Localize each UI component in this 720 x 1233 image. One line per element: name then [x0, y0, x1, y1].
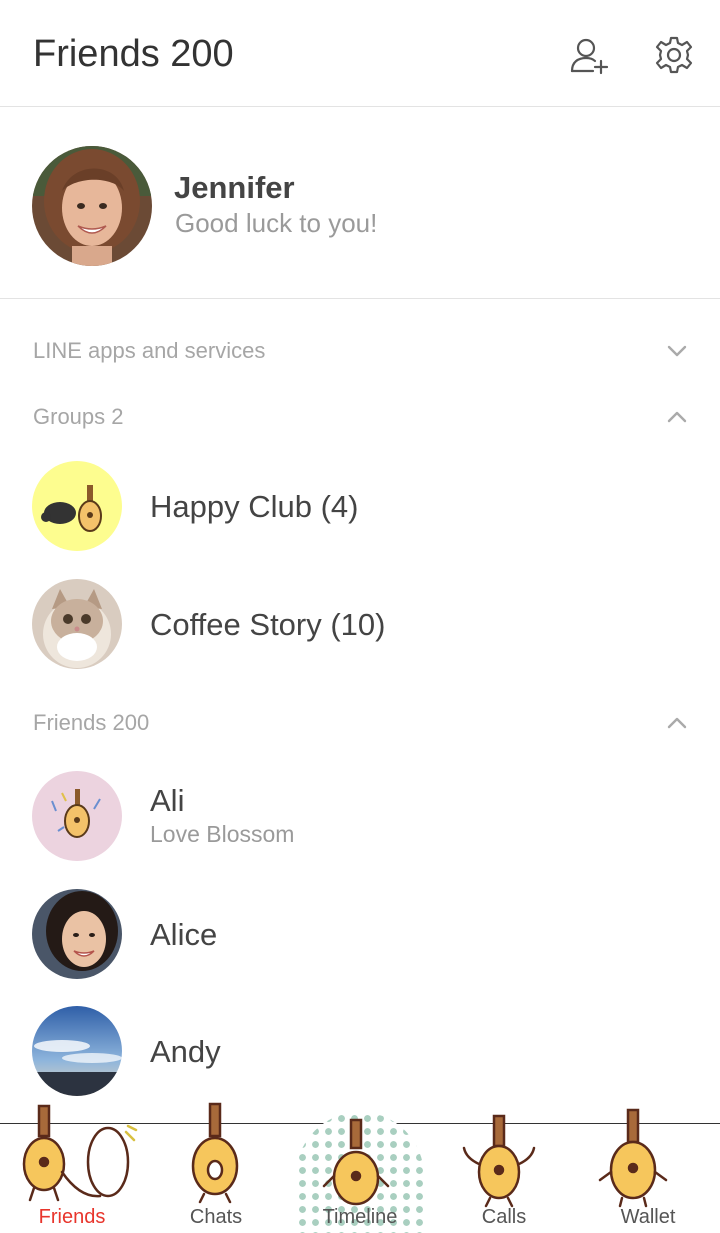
- tab-timeline[interactable]: Timeline: [288, 1118, 432, 1233]
- guitar-character-icon: [144, 1102, 288, 1212]
- tab-friends[interactable]: Friends: [0, 1104, 144, 1233]
- friend-avatar-alice[interactable]: [32, 889, 122, 979]
- section-groups[interactable]: Groups 2: [0, 392, 720, 442]
- chevron-up-icon[interactable]: [666, 712, 688, 734]
- list-item[interactable]: Coffee Story (10): [0, 569, 720, 679]
- chevron-up-icon[interactable]: [666, 406, 688, 428]
- friend-name: Ali: [150, 783, 185, 818]
- my-profile[interactable]: Jennifer Good luck to you!: [0, 108, 720, 299]
- list-item[interactable]: Alice: [0, 879, 720, 989]
- section-label: LINE apps and services: [33, 338, 266, 363]
- page-title: Friends 200: [33, 33, 234, 75]
- list-item[interactable]: Ali Love Blossom: [0, 761, 720, 871]
- bottom-tab-bar: Friends Chats Timeline Calls Wallet: [0, 1102, 720, 1233]
- app-header: Friends 200: [0, 0, 720, 107]
- chevron-down-icon[interactable]: [666, 340, 688, 362]
- guitar-character-icon: [432, 1102, 576, 1212]
- group-avatar-happy-club[interactable]: [32, 461, 122, 551]
- section-friends[interactable]: Friends 200: [0, 698, 720, 748]
- tab-calls[interactable]: Calls: [432, 1114, 576, 1233]
- group-name: Happy Club (4): [150, 489, 359, 524]
- tab-label: Wallet: [620, 1206, 676, 1228]
- gear-icon[interactable]: [654, 35, 694, 75]
- group-avatar-coffee-story[interactable]: [32, 579, 122, 669]
- tab-label: Timeline: [322, 1206, 398, 1228]
- section-line-apps[interactable]: LINE apps and services: [0, 326, 720, 376]
- profile-name: Jennifer: [174, 170, 295, 205]
- tab-chats[interactable]: Chats: [144, 1102, 288, 1233]
- tab-label: Friends: [38, 1206, 106, 1228]
- list-item[interactable]: Happy Club (4): [0, 451, 720, 561]
- guitar-character-icon: [288, 1102, 432, 1212]
- tab-label: Calls: [481, 1206, 527, 1228]
- list-item[interactable]: Andy: [0, 996, 720, 1106]
- section-label: Groups 2: [33, 404, 124, 429]
- add-friend-icon[interactable]: [569, 35, 609, 75]
- friend-avatar-andy[interactable]: [32, 1006, 122, 1096]
- friend-name: Alice: [150, 917, 218, 952]
- profile-status-message: Good luck to you!: [175, 208, 378, 238]
- friend-avatar-ali[interactable]: [32, 771, 122, 861]
- guitar-character-icon: [0, 1102, 144, 1212]
- guitar-character-icon: [576, 1102, 720, 1212]
- tab-wallet[interactable]: Wallet: [576, 1108, 720, 1233]
- friend-name: Andy: [150, 1034, 221, 1069]
- tab-label: Chats: [189, 1206, 243, 1228]
- friend-status-message: Love Blossom: [150, 821, 295, 847]
- group-name: Coffee Story (10): [150, 607, 386, 642]
- section-label: Friends 200: [33, 710, 150, 735]
- avatar[interactable]: [32, 146, 152, 266]
